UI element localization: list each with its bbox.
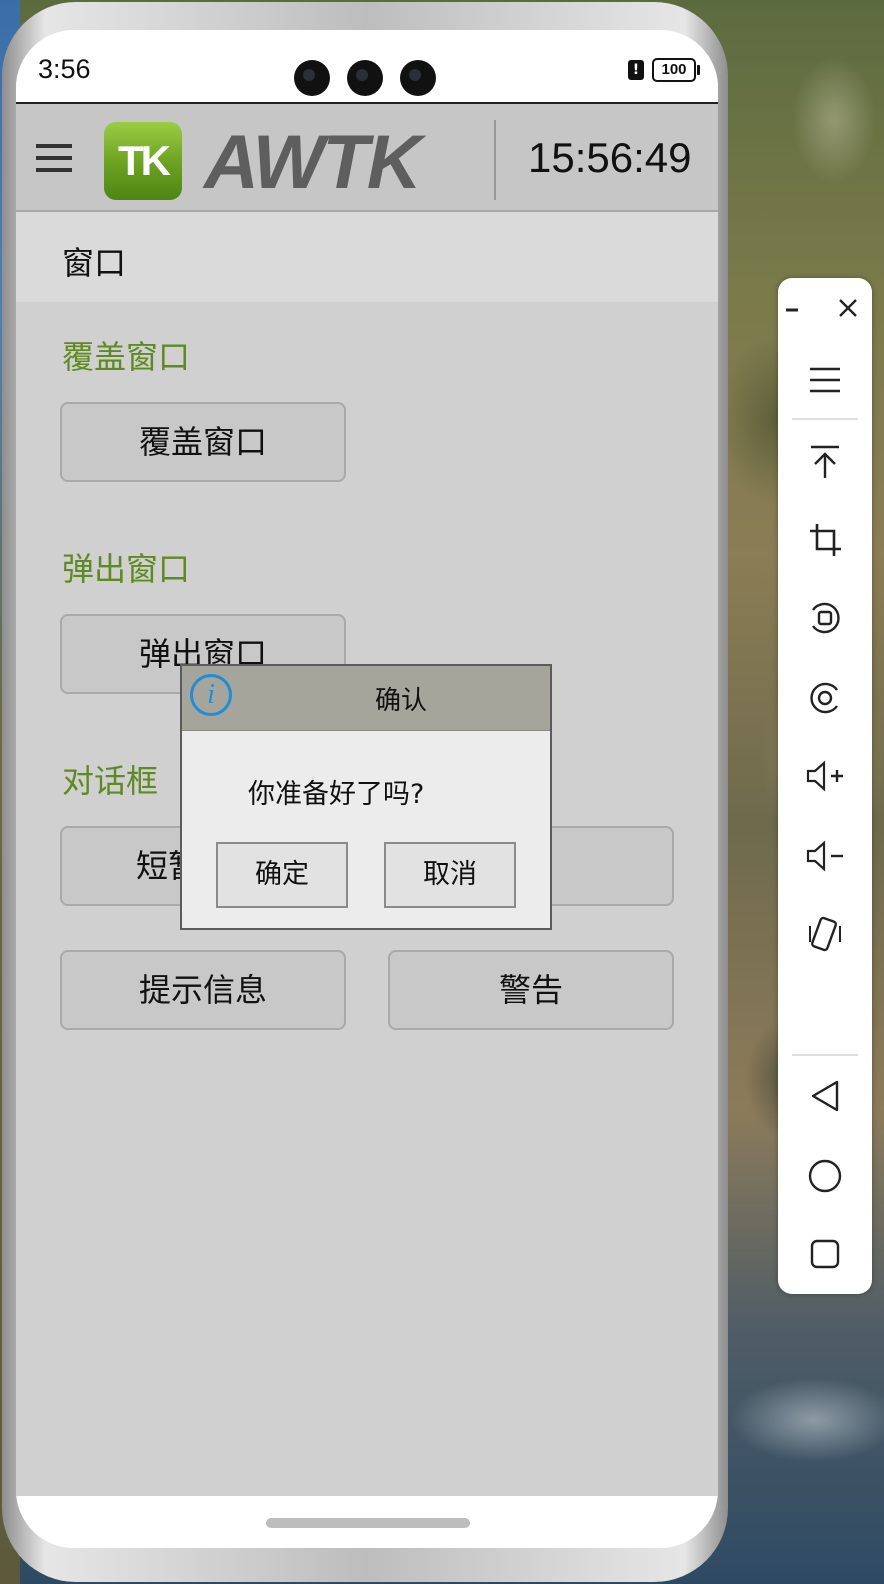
- volume-up-icon[interactable]: [778, 746, 872, 806]
- phone-frame: 3:56 ! 100 TK AWTK 15:56:49 窗口 覆盖窗口 覆盖窗口…: [2, 2, 728, 1582]
- menu-icon[interactable]: [778, 350, 872, 410]
- camera-icon: [294, 60, 330, 96]
- status-indicators: ! 100: [628, 58, 700, 82]
- toolbar-divider: [792, 1054, 858, 1056]
- header-divider: [494, 120, 496, 200]
- page-title: 窗口: [62, 244, 127, 282]
- crop-icon[interactable]: [778, 510, 872, 570]
- menu-icon[interactable]: [36, 142, 72, 174]
- rotate-icon[interactable]: [778, 904, 872, 964]
- home-indicator[interactable]: [266, 1518, 470, 1528]
- cancel-button[interactable]: 取消: [384, 842, 516, 908]
- dialog-header: i 确认: [182, 666, 550, 731]
- status-bar: 3:56 ! 100: [16, 30, 718, 102]
- confirm-dialog: i 确认 你准备好了吗? 确定 取消: [180, 664, 552, 930]
- awtk-logo: AWTK: [204, 120, 422, 205]
- phone-screen: 3:56 ! 100 TK AWTK 15:56:49 窗口 覆盖窗口 覆盖窗口…: [16, 30, 718, 1548]
- section-title-overlay: 覆盖窗口: [62, 338, 191, 376]
- volume-down-icon[interactable]: [778, 826, 872, 886]
- dialog-title: 确认: [374, 686, 427, 716]
- section-title-dialog: 对话框: [62, 762, 159, 800]
- tk-logo-icon: TK: [104, 122, 182, 200]
- screenshot-icon[interactable]: [778, 588, 872, 648]
- gesture-bar: [16, 1496, 718, 1548]
- clock: 15:56:49: [528, 134, 692, 181]
- emulator-toolbar: [778, 278, 872, 1294]
- overlay-window-button[interactable]: 覆盖窗口: [60, 402, 346, 482]
- home-icon[interactable]: [778, 1146, 872, 1206]
- title-bar: 窗口: [16, 212, 718, 302]
- recents-icon[interactable]: [778, 1224, 872, 1284]
- section-title-popup: 弹出窗口: [62, 550, 191, 588]
- status-time: 3:56: [38, 54, 91, 84]
- ok-button[interactable]: 确定: [216, 842, 348, 908]
- warning-dialog-button[interactable]: 警告: [388, 950, 674, 1030]
- app-window: TK AWTK 15:56:49 窗口 覆盖窗口 覆盖窗口 弹出窗口 弹出窗口 …: [16, 102, 718, 1496]
- camera-icon: [347, 60, 383, 96]
- back-icon[interactable]: [778, 1066, 872, 1126]
- toolbar-divider: [792, 418, 858, 420]
- camera-icon: [400, 60, 436, 96]
- minimize-icon[interactable]: [762, 278, 822, 338]
- dialog-message: 你准备好了吗?: [248, 779, 425, 810]
- battery-icon: 100: [652, 58, 700, 82]
- screen-record-icon[interactable]: [778, 668, 872, 728]
- pin-top-icon[interactable]: [778, 432, 872, 492]
- app-header: TK AWTK 15:56:49: [16, 102, 718, 212]
- info-dialog-button[interactable]: 提示信息: [60, 950, 346, 1030]
- alert-icon: !: [628, 60, 644, 80]
- close-icon[interactable]: [818, 278, 878, 338]
